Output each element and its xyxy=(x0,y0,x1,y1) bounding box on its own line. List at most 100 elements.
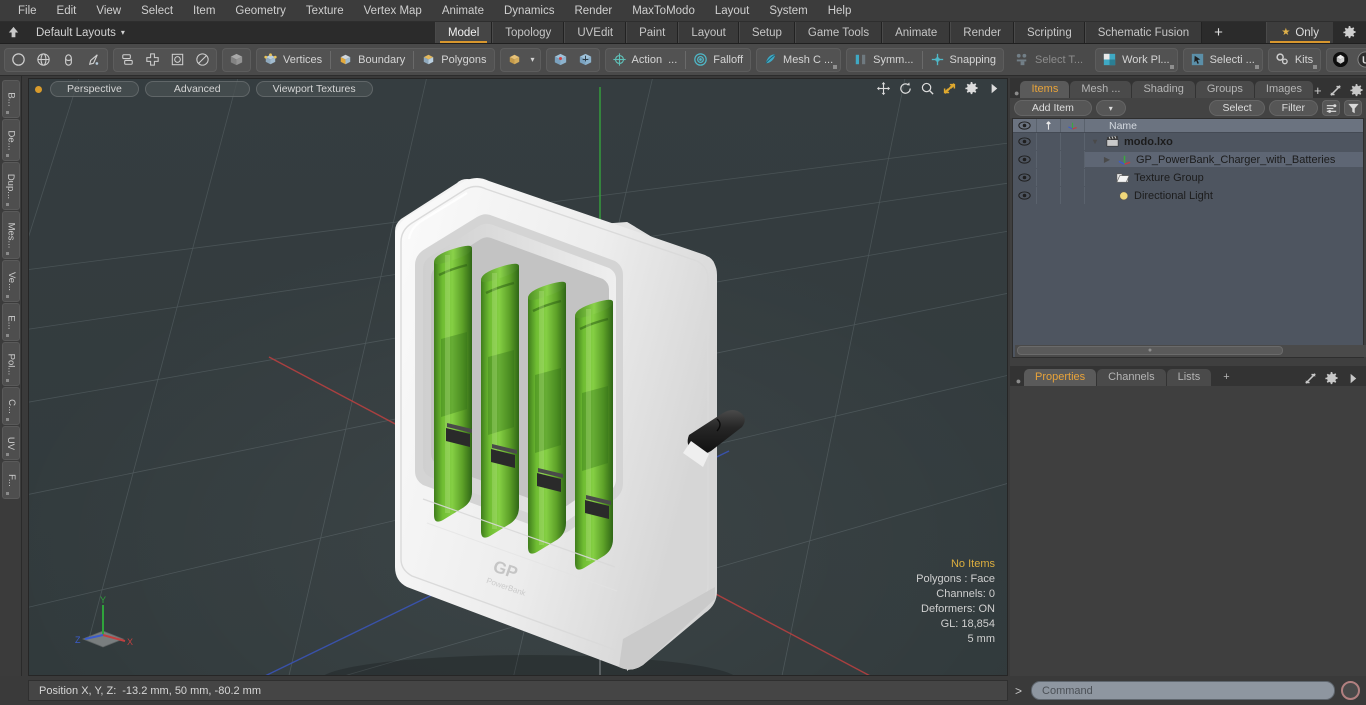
filter-button[interactable]: Filter xyxy=(1268,100,1318,116)
scrollbar-thumb[interactable]: ● xyxy=(1017,346,1283,355)
row-transform-cell[interactable] xyxy=(1061,151,1085,168)
menu-item-maxtomodo[interactable]: MaxToModo xyxy=(622,2,705,20)
properties-menu-dot-icon[interactable]: ● xyxy=(1014,376,1023,386)
selection-mode-polygons[interactable]: Polygons xyxy=(416,49,492,71)
left-tab-duplicate[interactable]: Dup... xyxy=(2,162,20,210)
pin-icon[interactable] xyxy=(1037,119,1061,132)
select-button[interactable]: Select xyxy=(1209,100,1265,116)
row-transform-cell[interactable] xyxy=(1061,133,1085,150)
viewport-shading-selector[interactable]: Advanced xyxy=(144,81,250,97)
expander-icon[interactable]: ▾ xyxy=(1089,137,1101,146)
item-row-directional-light[interactable]: Directional Light xyxy=(1085,188,1363,203)
row-visibility-toggle[interactable] xyxy=(1013,169,1037,186)
tab-images[interactable]: Images xyxy=(1254,81,1313,98)
menu-item-animate[interactable]: Animate xyxy=(432,2,494,20)
row-visibility-toggle[interactable] xyxy=(1013,151,1037,168)
table-row[interactable]: ▶ GP_PowerBank_Charger_with_Batteries xyxy=(1013,151,1363,169)
tab-uvedit[interactable]: UVEdit xyxy=(564,22,627,43)
loop-slice-icon[interactable] xyxy=(190,49,215,71)
filter-funnel-icon[interactable] xyxy=(1344,100,1362,116)
item-row-texture-group[interactable]: Texture Group xyxy=(1085,170,1363,185)
selection-mode-vertices[interactable]: Vertices xyxy=(258,49,328,71)
left-tab-polygon[interactable]: Pol... xyxy=(2,342,20,386)
left-tab-basic[interactable]: B... xyxy=(2,80,20,118)
tab-paint[interactable]: Paint xyxy=(626,22,679,43)
home-arrow-icon[interactable] xyxy=(0,22,26,43)
row-transform-cell[interactable] xyxy=(1061,169,1085,186)
globe-icon[interactable] xyxy=(31,49,56,71)
default-layouts-dropdown[interactable]: Default Layouts ▾ xyxy=(26,22,135,43)
axis-blue-icon[interactable] xyxy=(573,49,598,71)
tab-schematic-fusion[interactable]: Schematic Fusion xyxy=(1084,22,1203,43)
gear-icon[interactable] xyxy=(1349,83,1364,98)
panel-menu-dot-icon[interactable]: ● xyxy=(1014,88,1019,98)
sort-icon[interactable] xyxy=(1322,100,1340,116)
command-record-icon[interactable] xyxy=(1341,681,1360,700)
left-tab-fusion[interactable]: F... xyxy=(2,461,20,499)
tab-shading[interactable]: Shading xyxy=(1132,81,1195,98)
menu-item-dynamics[interactable]: Dynamics xyxy=(494,2,564,20)
row-transform-cell[interactable] xyxy=(1061,187,1085,204)
gp-powerbank-charger-model[interactable]: GP PowerBank xyxy=(29,79,1008,676)
tab-items[interactable]: Items xyxy=(1020,81,1070,98)
tab-groups[interactable]: Groups xyxy=(1195,81,1254,98)
perspective-viewport[interactable]: GP PowerBank Perspective Advanced Viewpo… xyxy=(28,78,1008,676)
tab-mesh-ops[interactable]: Mesh ... xyxy=(1070,81,1132,98)
gear-icon[interactable] xyxy=(1324,371,1339,386)
tab-layout[interactable]: Layout xyxy=(678,22,739,43)
menu-item-help[interactable]: Help xyxy=(818,2,862,20)
tab-game-tools[interactable]: Game Tools xyxy=(794,22,883,43)
left-tab-vertex[interactable]: Ve... xyxy=(2,260,20,302)
select-through-button[interactable]: Select T... xyxy=(1010,49,1089,71)
kits-button[interactable]: Kits xyxy=(1270,49,1319,71)
menu-item-texture[interactable]: Texture xyxy=(296,2,354,20)
mesh-constraint-button[interactable]: Mesh C ... xyxy=(758,49,839,71)
gear-icon[interactable] xyxy=(1333,22,1366,43)
menu-item-system[interactable]: System xyxy=(759,2,817,20)
cross-array-icon[interactable] xyxy=(140,49,165,71)
cube-orange-icon[interactable] xyxy=(502,49,527,71)
tab-topology[interactable]: Topology xyxy=(492,22,565,43)
rotate-viewport-icon[interactable] xyxy=(898,81,913,96)
snapping-button[interactable]: Snapping xyxy=(925,49,1003,71)
unreal-logo-icon[interactable] xyxy=(1353,49,1366,71)
symmetry-button[interactable]: Symm... xyxy=(848,49,919,71)
selection-mode-boundary[interactable]: Boundary xyxy=(333,49,411,71)
action-center-button[interactable]: Action ... xyxy=(607,49,684,71)
menu-item-select[interactable]: Select xyxy=(131,2,183,20)
viewport-textures-selector[interactable]: Viewport Textures xyxy=(255,81,373,97)
eye-icon[interactable] xyxy=(1013,119,1037,132)
fit-viewport-icon[interactable] xyxy=(942,81,957,96)
item-list[interactable]: Name ▾ modo.lxo ▶ GP_PowerBank_Charger_w… xyxy=(1012,118,1366,358)
menu-item-file[interactable]: File xyxy=(8,2,47,20)
tab-lists[interactable]: Lists xyxy=(1166,369,1212,386)
selection-set-button[interactable]: Selecti ... xyxy=(1185,49,1261,71)
only-toggle[interactable]: ★ Only xyxy=(1266,22,1333,43)
tab-animate[interactable]: Animate xyxy=(882,22,951,43)
mirror-icon[interactable] xyxy=(115,49,140,71)
work-plane-button[interactable]: Work Pl... xyxy=(1097,49,1175,71)
row-lock-cell[interactable] xyxy=(1037,169,1061,186)
viewport-more-icon[interactable] xyxy=(986,81,1001,96)
modo-logo-icon[interactable] xyxy=(1328,49,1353,71)
left-tab-edge[interactable]: E... xyxy=(2,303,20,341)
add-item-button[interactable]: Add Item xyxy=(1014,100,1092,116)
viewport-settings-icon[interactable] xyxy=(964,81,979,96)
menu-item-view[interactable]: View xyxy=(86,2,131,20)
menu-item-vertex-map[interactable]: Vertex Map xyxy=(354,2,432,20)
pen-icon[interactable] xyxy=(81,49,106,71)
add-item-dropdown[interactable]: ▾ xyxy=(1095,100,1126,116)
zoom-viewport-icon[interactable] xyxy=(920,81,935,96)
add-layout-tab-button[interactable]: + xyxy=(1202,22,1235,43)
cube-grey-icon[interactable] xyxy=(224,49,249,71)
row-visibility-toggle[interactable] xyxy=(1013,187,1037,204)
axis-gizmo[interactable]: Y X Z xyxy=(73,593,143,653)
menu-item-layout[interactable]: Layout xyxy=(705,2,760,20)
item-list-horizontal-scrollbar[interactable]: ● xyxy=(1015,345,1366,357)
left-tab-curve[interactable]: C... xyxy=(2,387,20,425)
table-row[interactable]: ▾ modo.lxo xyxy=(1013,133,1363,151)
pivot-blue-icon[interactable] xyxy=(548,49,573,71)
tab-channels[interactable]: Channels xyxy=(1097,369,1166,386)
tab-setup[interactable]: Setup xyxy=(738,22,795,43)
menu-item-render[interactable]: Render xyxy=(564,2,622,20)
